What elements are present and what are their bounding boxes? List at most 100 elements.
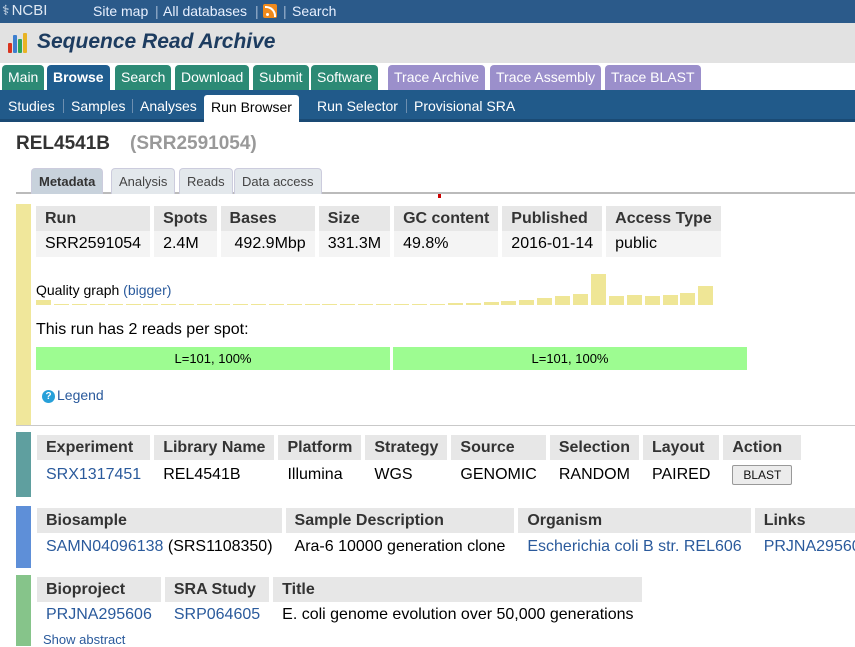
quality-bar: [250, 304, 266, 305]
help-icon: ?: [42, 390, 55, 403]
tab-trace-assembly[interactable]: Trace Assembly: [490, 65, 602, 91]
quality-bar: [286, 304, 302, 305]
tab-trace-archive[interactable]: Trace Archive: [388, 65, 486, 91]
ncbi-helix-icon: ⚕: [2, 2, 10, 18]
column-header: Experiment: [37, 435, 155, 460]
tab-submit[interactable]: Submit: [253, 65, 309, 91]
experiment-accession-link[interactable]: SRX1317451: [46, 466, 141, 483]
table-header-row: Run Spots Bases Size GC content Publishe…: [36, 206, 721, 231]
sra-study-link[interactable]: SRP064605: [174, 606, 260, 623]
tab-software[interactable]: Software: [311, 65, 379, 91]
quality-bar: [71, 304, 87, 305]
show-abstract-link[interactable]: Show abstract: [43, 632, 125, 647]
tab-reads[interactable]: Reads: [179, 168, 233, 194]
organism-cell: Escherichia coli B str. REL606: [518, 533, 755, 561]
platform: Illumina: [278, 460, 366, 490]
action-cell: BLAST: [723, 460, 801, 490]
quality-bar: [519, 300, 535, 305]
experiment-table: Experiment Library Name Platform Strateg…: [37, 435, 802, 490]
quality-bar: [161, 304, 177, 305]
app-title: Sequence Read Archive: [37, 30, 276, 53]
subtab-studies[interactable]: Studies: [8, 98, 55, 114]
quality-bar: [304, 304, 320, 305]
column-header: Spots: [154, 206, 221, 231]
column-header: Sample Description: [285, 508, 519, 533]
run-section: Run Spots Bases Size GC content Publishe…: [16, 204, 855, 426]
legend-link[interactable]: ? Legend: [42, 387, 104, 403]
tab-browse[interactable]: Browse: [47, 65, 110, 91]
column-header: Platform: [278, 435, 366, 460]
site-map-link[interactable]: Site map: [93, 3, 148, 19]
quality-bar: [232, 304, 248, 305]
tab-main[interactable]: Main: [2, 65, 45, 91]
ncbi-logo[interactable]: ⚕ NCBI: [2, 2, 47, 19]
bioproject-links-link[interactable]: PRJNA295606: [764, 538, 855, 555]
topbar-divider: |: [255, 3, 259, 19]
column-header: Strategy: [365, 435, 452, 460]
column-header: Bases: [220, 206, 319, 231]
library-name: REL4541B: [154, 460, 279, 490]
section-color-bar: [16, 575, 31, 646]
column-header: Links: [754, 508, 855, 533]
browse-subtabs: Studies Samples Analyses Run Browser Run…: [0, 90, 855, 122]
table-row: PRJNA295606 SRP064605 E. coli genome evo…: [37, 602, 642, 628]
quality-bar: [608, 296, 624, 305]
blast-button[interactable]: BLAST: [732, 465, 793, 485]
run-spots: 2.4M: [154, 231, 221, 257]
all-databases-link[interactable]: All databases: [163, 3, 247, 19]
column-header: Published: [502, 206, 607, 231]
page-title: REL4541B (SRR2591054): [16, 133, 257, 155]
tab-download[interactable]: Download: [175, 65, 250, 91]
bioproject-section: Bioproject SRA Study Title PRJNA295606 S…: [16, 575, 855, 647]
biosample-cell: SAMN04096138 (SRS1108350): [37, 533, 286, 561]
table-header-row: Biosample Sample Description Organism Li…: [37, 508, 855, 533]
quality-bar: [447, 303, 463, 305]
run-bases: 492.9Mbp: [220, 231, 319, 257]
organism-link[interactable]: Escherichia coli B str. REL606: [527, 538, 741, 555]
layout: PAIRED: [643, 460, 724, 490]
quality-bar: [376, 304, 392, 305]
column-header: Biosample: [37, 508, 286, 533]
quality-bar: [573, 294, 588, 305]
read-1-bar: L=101, 100%: [36, 347, 390, 370]
read-2-bar: L=101, 100%: [393, 347, 747, 370]
quality-bar: [537, 298, 553, 305]
quality-bar: [698, 286, 714, 305]
bigger-link[interactable]: (bigger): [123, 282, 171, 298]
quality-bar: [411, 304, 427, 305]
column-header: SRA Study: [164, 577, 274, 602]
biosample-table: Biosample Sample Description Organism Li…: [37, 508, 855, 561]
subtab-divider: [406, 99, 407, 113]
quality-bar: [143, 304, 159, 305]
biosample-link[interactable]: SAMN04096138: [46, 538, 163, 555]
subtab-run-selector[interactable]: Run Selector: [317, 98, 398, 114]
quality-bar: [394, 304, 409, 305]
table-header-row: Bioproject SRA Study Title: [37, 577, 643, 602]
tab-search[interactable]: Search: [115, 65, 172, 91]
run-gc-content: 49.8%: [394, 231, 503, 257]
reads-per-spot-label: This run has 2 reads per spot:: [36, 321, 249, 338]
subtab-samples[interactable]: Samples: [71, 98, 125, 114]
tab-analysis[interactable]: Analysis: [111, 168, 176, 194]
run-accession-title: (SRR2591054): [130, 133, 257, 154]
subtab-run-browser[interactable]: Run Browser: [204, 95, 299, 122]
metadata-tabs: Metadata Analysis Reads Data access: [16, 167, 855, 194]
column-header: Library Name: [154, 435, 279, 460]
column-header: Access Type: [606, 206, 721, 231]
quality-bar: [429, 304, 445, 305]
tab-metadata[interactable]: Metadata: [31, 168, 104, 194]
subtab-analyses[interactable]: Analyses: [140, 98, 197, 114]
selection: RANDOM: [550, 460, 643, 490]
bioproject-link[interactable]: PRJNA295606: [46, 606, 152, 623]
quality-bar: [340, 304, 356, 305]
sample-description: Ara-6 10000 generation clone: [286, 533, 519, 561]
subtab-provisional-sra[interactable]: Provisional SRA: [414, 98, 515, 114]
search-link[interactable]: Search: [292, 3, 336, 19]
section-color-bar: [16, 204, 31, 425]
tab-data-access[interactable]: Data access: [234, 168, 322, 194]
srs-accession: (SRS1108350): [167, 538, 273, 555]
rss-icon[interactable]: [263, 4, 277, 18]
table-row: SAMN04096138 (SRS1108350) Ara-6 10000 ge…: [37, 533, 855, 561]
tab-trace-blast[interactable]: Trace BLAST: [605, 65, 701, 91]
quality-bar: [36, 300, 51, 305]
